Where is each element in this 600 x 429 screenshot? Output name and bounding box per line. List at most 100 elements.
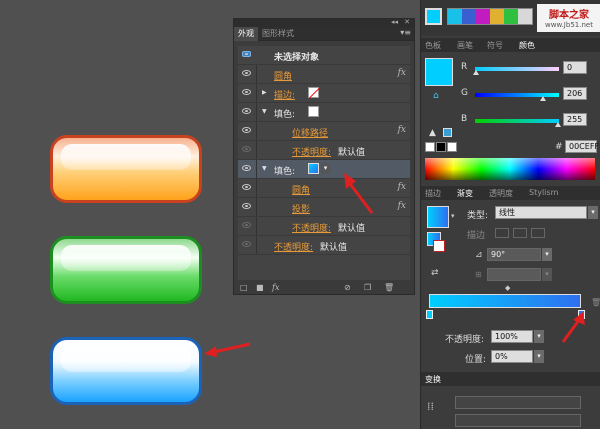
appearance-row-fill-1[interactable]: ▼ 填色: [238, 103, 410, 122]
tab-stylism[interactable]: Stylism [529, 188, 558, 197]
effect-link[interactable]: 位移路径 [292, 126, 328, 139]
effect-link[interactable]: 圆角 [292, 183, 310, 196]
panel-menu-icon[interactable]: ▾≡ [400, 28, 411, 37]
color-spectrum[interactable] [425, 158, 595, 180]
clear-appearance-icon[interactable]: ⊘ [344, 283, 351, 292]
visibility-eye-icon[interactable] [242, 184, 251, 190]
opacity-link[interactable]: 不透明度: [292, 221, 331, 234]
collapse-triangle-icon[interactable]: ▼ [262, 165, 267, 172]
tab-color[interactable]: 颜色 [519, 40, 535, 51]
gradient-start-stop[interactable] [426, 310, 433, 319]
stroke-label[interactable]: 描边: [274, 88, 295, 101]
fx-icon[interactable]: fx [398, 182, 406, 192]
appearance-row-fill-2-selected[interactable]: ▼ 填色: ▾ [238, 160, 410, 179]
effect-link[interactable]: 圆角 [274, 69, 292, 82]
fx-icon[interactable]: fx [398, 201, 406, 211]
stroke-none-swatch[interactable] [308, 87, 319, 98]
appearance-heading-row[interactable]: 未选择对象 [238, 46, 410, 65]
stroke-across-icon[interactable] [531, 228, 545, 238]
opacity-link[interactable]: 不透明度: [274, 240, 313, 253]
r-value-field[interactable]: 0 [563, 61, 587, 74]
gradient-preview-swatch[interactable] [427, 206, 449, 228]
current-color-swatch[interactable] [425, 58, 453, 86]
blue-glossy-button[interactable] [50, 337, 202, 405]
reference-point-icon[interactable]: ⁞⁞ [427, 400, 434, 413]
collapse-triangle-icon[interactable]: ▼ [262, 108, 267, 115]
gradient-midpoint-icon[interactable]: ◆ [505, 284, 510, 292]
visibility-eye-icon[interactable] [242, 127, 251, 133]
visibility-eye-icon[interactable] [242, 165, 251, 171]
tab-appearance[interactable]: 外观 [234, 26, 258, 41]
appearance-row-opacity-2[interactable]: 不透明度: 默认值 [238, 217, 410, 236]
tab-swatches[interactable]: 色板 [425, 40, 441, 51]
gamut-swatch[interactable] [443, 128, 452, 137]
b-slider-thumb[interactable] [555, 122, 561, 127]
appearance-row-round-corners[interactable]: 圆角 fx [238, 65, 410, 84]
close-icon[interactable]: ✕ [404, 18, 410, 26]
gradient-type-select[interactable]: 线性 [495, 206, 587, 219]
stroke-gradient-icon[interactable] [433, 240, 445, 252]
tab-brushes[interactable]: 画笔 [457, 40, 473, 51]
visibility-eye-icon[interactable] [242, 70, 251, 76]
white-swatch[interactable] [447, 142, 457, 152]
visibility-eye-icon[interactable] [242, 203, 251, 209]
g-value-field[interactable]: 206 [563, 87, 587, 100]
none-swatch-icon[interactable] [425, 142, 435, 152]
g-slider[interactable] [475, 93, 559, 97]
appearance-row-opacity-3[interactable]: 不透明度: 默认值 [238, 236, 410, 255]
collapse-icon[interactable]: ◂◂ [391, 18, 398, 26]
stroke-within-icon[interactable] [495, 228, 509, 238]
stroke-along-icon[interactable] [513, 228, 527, 238]
black-swatch[interactable] [436, 142, 446, 152]
b-value-field[interactable]: 255 [563, 113, 587, 126]
delete-item-icon[interactable]: 🗑 [384, 283, 394, 292]
fill-dropdown-arrow-icon[interactable]: ▾ [321, 163, 330, 174]
gradient-fill-swatch[interactable] [308, 163, 319, 174]
effect-link[interactable]: 投影 [292, 202, 310, 215]
recent-swatches[interactable] [447, 8, 533, 25]
visibility-eye-icon[interactable] [242, 108, 251, 114]
g-slider-thumb[interactable] [540, 96, 546, 101]
appearance-row-round-corners-2[interactable]: 圆角 fx [238, 179, 410, 198]
orange-glossy-button[interactable] [50, 135, 202, 203]
position-field[interactable]: 0% [491, 350, 533, 363]
fx-icon[interactable]: fx [398, 68, 406, 78]
appearance-row-drop-shadow[interactable]: 投影 fx [238, 198, 410, 217]
b-slider[interactable] [475, 119, 559, 123]
fill-color-swatch[interactable] [425, 8, 442, 25]
r-slider-thumb[interactable] [473, 70, 479, 75]
angle-dropdown-arrow-icon[interactable]: ▾ [542, 248, 552, 261]
appearance-row-stroke[interactable]: ▶ 描边: [238, 84, 410, 103]
fx-icon[interactable]: fx [398, 125, 406, 135]
appearance-row-offset-path[interactable]: 位移路径 fx [238, 122, 410, 141]
tab-gradient[interactable]: 渐变 [457, 188, 473, 199]
position-dropdown-arrow-icon[interactable]: ▾ [534, 350, 544, 363]
visibility-eye-icon[interactable] [242, 146, 251, 152]
web-safe-icon[interactable]: ⌂ [433, 91, 439, 101]
expand-triangle-icon[interactable]: ▶ [262, 89, 267, 96]
opacity-link[interactable]: 不透明度: [292, 145, 331, 158]
tab-graphic-styles[interactable]: 图形样式 [258, 27, 298, 41]
add-fill-icon[interactable]: ■ [256, 283, 264, 292]
green-glossy-button[interactable] [50, 236, 202, 304]
tab-transform[interactable]: 变换 [425, 374, 441, 385]
appearance-row-opacity-1[interactable]: 不透明度: 默认值 [238, 141, 410, 160]
out-of-gamut-warning-icon[interactable]: ▲ [429, 128, 436, 138]
gradient-preset-dropdown-icon[interactable]: ▾ [451, 212, 455, 220]
gradient-type-dropdown-arrow-icon[interactable]: ▾ [588, 206, 598, 219]
add-effect-fx-icon[interactable]: fx [272, 283, 279, 292]
visibility-eye-icon[interactable] [242, 222, 251, 228]
tab-symbols[interactable]: 符号 [487, 40, 503, 51]
delete-stop-icon[interactable]: 🗑 [591, 298, 600, 307]
opacity-field[interactable]: 100% [491, 330, 533, 343]
white-fill-swatch[interactable] [308, 106, 319, 117]
add-stroke-icon[interactable]: □ [240, 283, 248, 292]
duplicate-item-icon[interactable]: ❐ [364, 283, 371, 292]
gradient-slider-bar[interactable] [429, 294, 581, 308]
visibility-eye-icon[interactable] [242, 241, 251, 247]
angle-field[interactable]: 90° [487, 248, 541, 261]
visibility-eye-icon[interactable] [242, 89, 251, 95]
opacity-dropdown-arrow-icon[interactable]: ▾ [534, 330, 544, 343]
tab-stroke[interactable]: 描边 [425, 188, 441, 199]
r-slider[interactable] [475, 67, 559, 71]
